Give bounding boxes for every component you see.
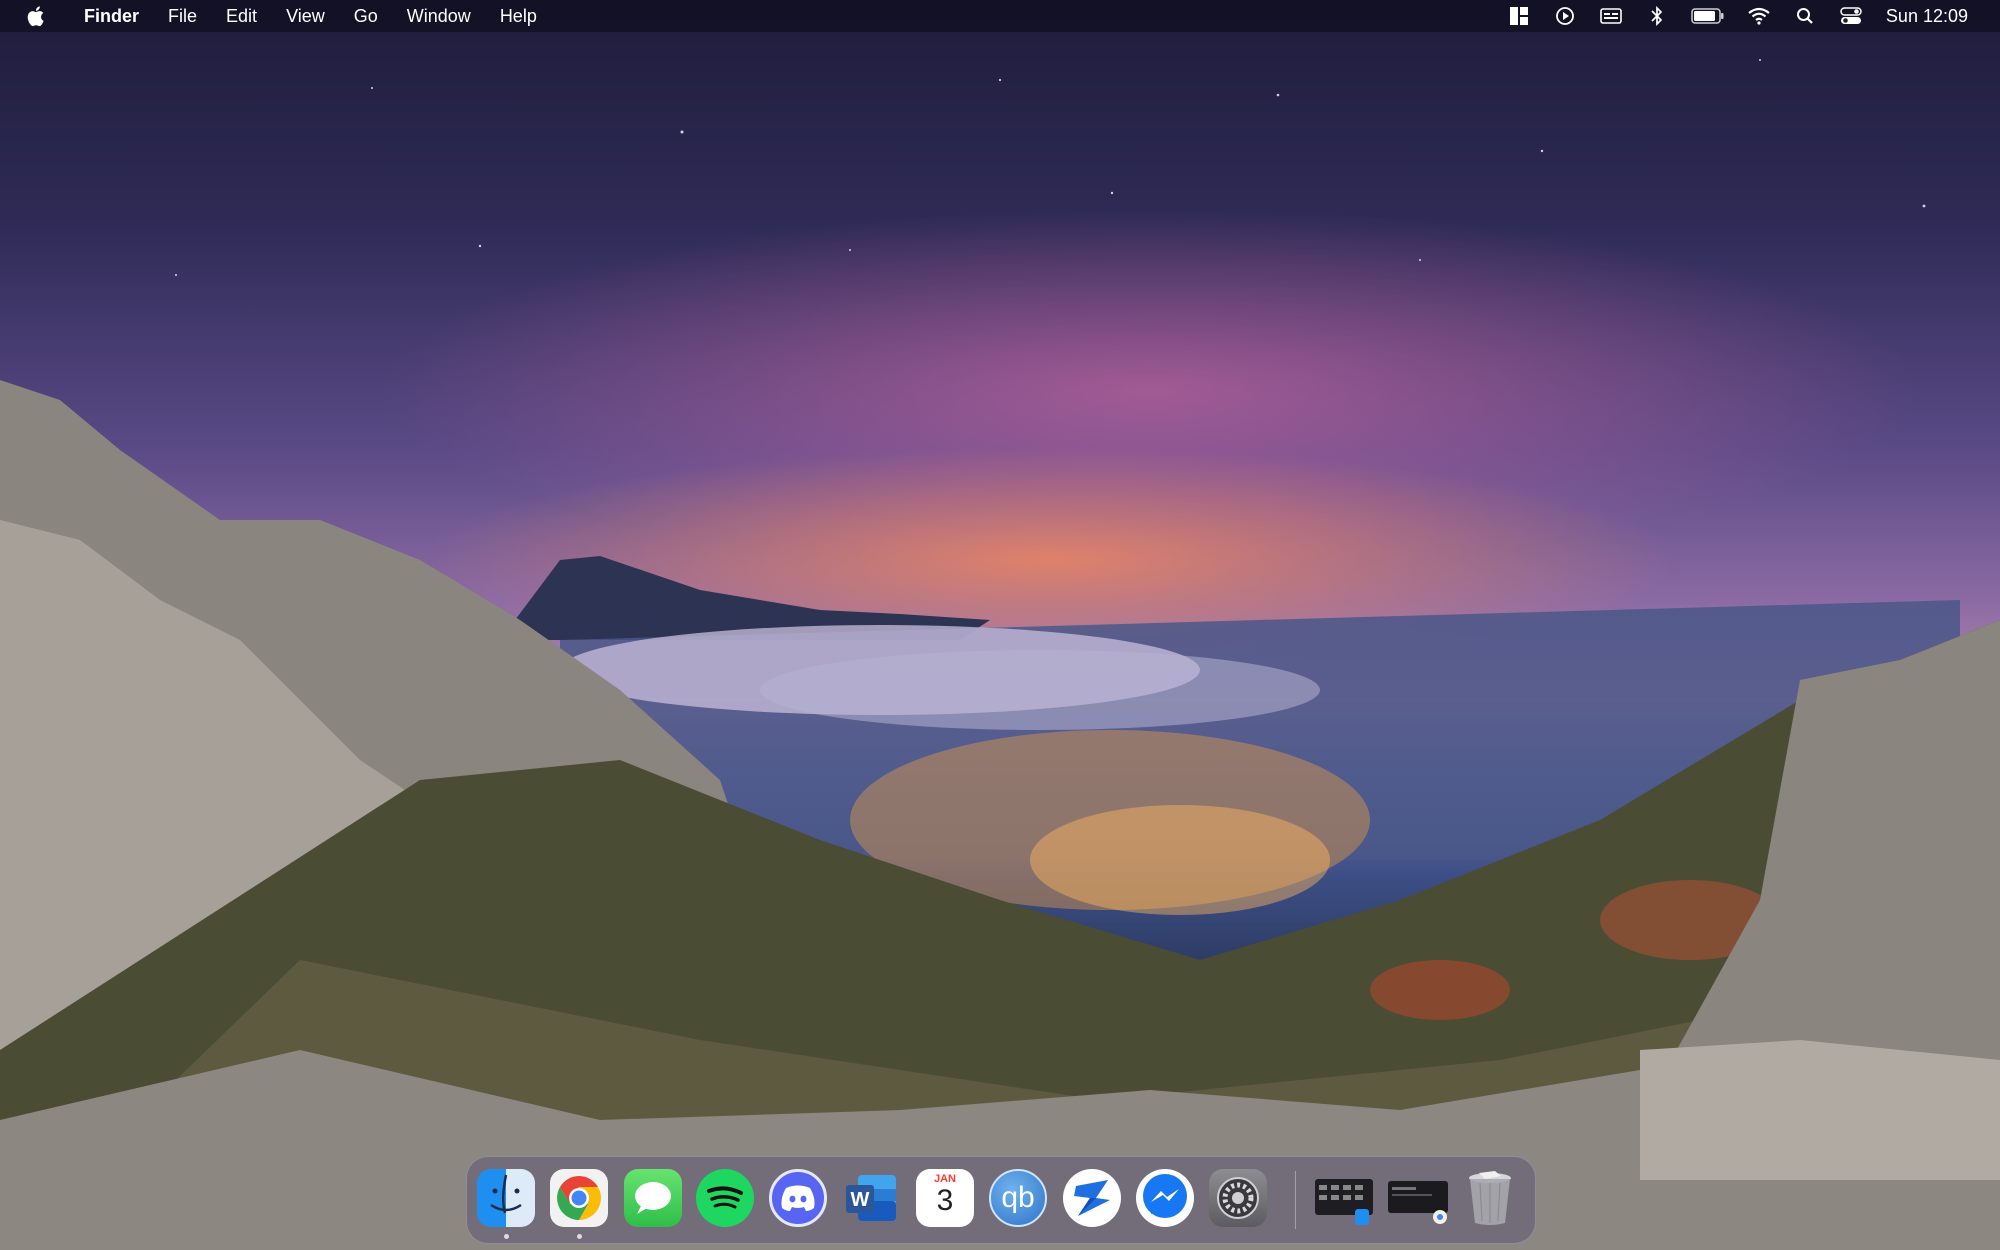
discord-icon bbox=[781, 1185, 815, 1211]
bluetooth-icon[interactable] bbox=[1644, 5, 1670, 27]
play-circle-icon[interactable] bbox=[1552, 5, 1578, 27]
menu-bar: Finder File Edit View Go Window Help Sun… bbox=[0, 0, 2000, 32]
trash-icon bbox=[1469, 1171, 1511, 1225]
spotlight-search-icon[interactable] bbox=[1792, 5, 1818, 27]
dock-spotify[interactable] bbox=[696, 1169, 754, 1227]
keyboard-input-icon[interactable] bbox=[1598, 5, 1624, 27]
spark-mail-icon bbox=[1074, 1180, 1110, 1216]
dock-messages[interactable] bbox=[624, 1169, 682, 1227]
dock-spark[interactable] bbox=[1063, 1169, 1121, 1227]
messenger-icon bbox=[1143, 1174, 1187, 1218]
calendar-day: 3 bbox=[936, 1184, 954, 1217]
word-icon: W bbox=[846, 1175, 896, 1221]
dock-qbittorrent[interactable]: qb bbox=[989, 1169, 1047, 1227]
app-menu-finder[interactable]: Finder bbox=[84, 0, 139, 32]
dock-trash[interactable] bbox=[1461, 1169, 1519, 1227]
dock-system-preferences[interactable] bbox=[1209, 1169, 1267, 1227]
desktop-wallpaper bbox=[0, 59, 2000, 1250]
system-preferences-icon bbox=[1217, 1177, 1259, 1219]
menu-file[interactable]: File bbox=[168, 0, 197, 32]
finder-icon bbox=[490, 1174, 522, 1214]
dock: W JAN 3 qb bbox=[466, 1156, 1536, 1244]
menu-help[interactable]: Help bbox=[500, 0, 537, 32]
dock-minimized-finder-window[interactable] bbox=[1313, 1169, 1377, 1227]
chrome-window-thumbnail-icon bbox=[1388, 1181, 1448, 1224]
dock-word[interactable]: W bbox=[842, 1169, 900, 1227]
dock-messenger[interactable] bbox=[1136, 1169, 1194, 1227]
control-center-icon[interactable] bbox=[1838, 5, 1864, 27]
dock-chrome[interactable] bbox=[550, 1169, 608, 1227]
menubar-clock[interactable]: Sun 12:09 bbox=[1886, 6, 1968, 27]
dock-separator bbox=[1295, 1171, 1296, 1229]
dock-minimized-chrome-window[interactable] bbox=[1386, 1169, 1450, 1227]
chrome-icon bbox=[557, 1176, 601, 1220]
menu-edit[interactable]: Edit bbox=[226, 0, 257, 32]
running-indicator bbox=[504, 1234, 509, 1239]
running-indicator bbox=[577, 1234, 582, 1239]
battery-icon[interactable] bbox=[1690, 5, 1726, 27]
wifi-icon[interactable] bbox=[1746, 5, 1772, 27]
menu-window[interactable]: Window bbox=[407, 0, 471, 32]
dock-discord[interactable] bbox=[769, 1169, 827, 1227]
dock-calendar[interactable]: JAN 3 bbox=[916, 1169, 974, 1227]
spotify-icon bbox=[707, 1186, 743, 1209]
qbittorrent-icon: qb bbox=[1001, 1181, 1035, 1214]
window-layout-icon[interactable] bbox=[1506, 5, 1532, 27]
apple-menu-icon[interactable] bbox=[26, 4, 48, 28]
menu-go[interactable]: Go bbox=[354, 0, 378, 32]
finder-window-thumbnail-icon bbox=[1315, 1179, 1373, 1225]
dock-finder[interactable] bbox=[477, 1169, 535, 1227]
word-letter: W bbox=[851, 1189, 870, 1211]
messages-icon bbox=[635, 1182, 671, 1214]
menu-view[interactable]: View bbox=[286, 0, 325, 32]
